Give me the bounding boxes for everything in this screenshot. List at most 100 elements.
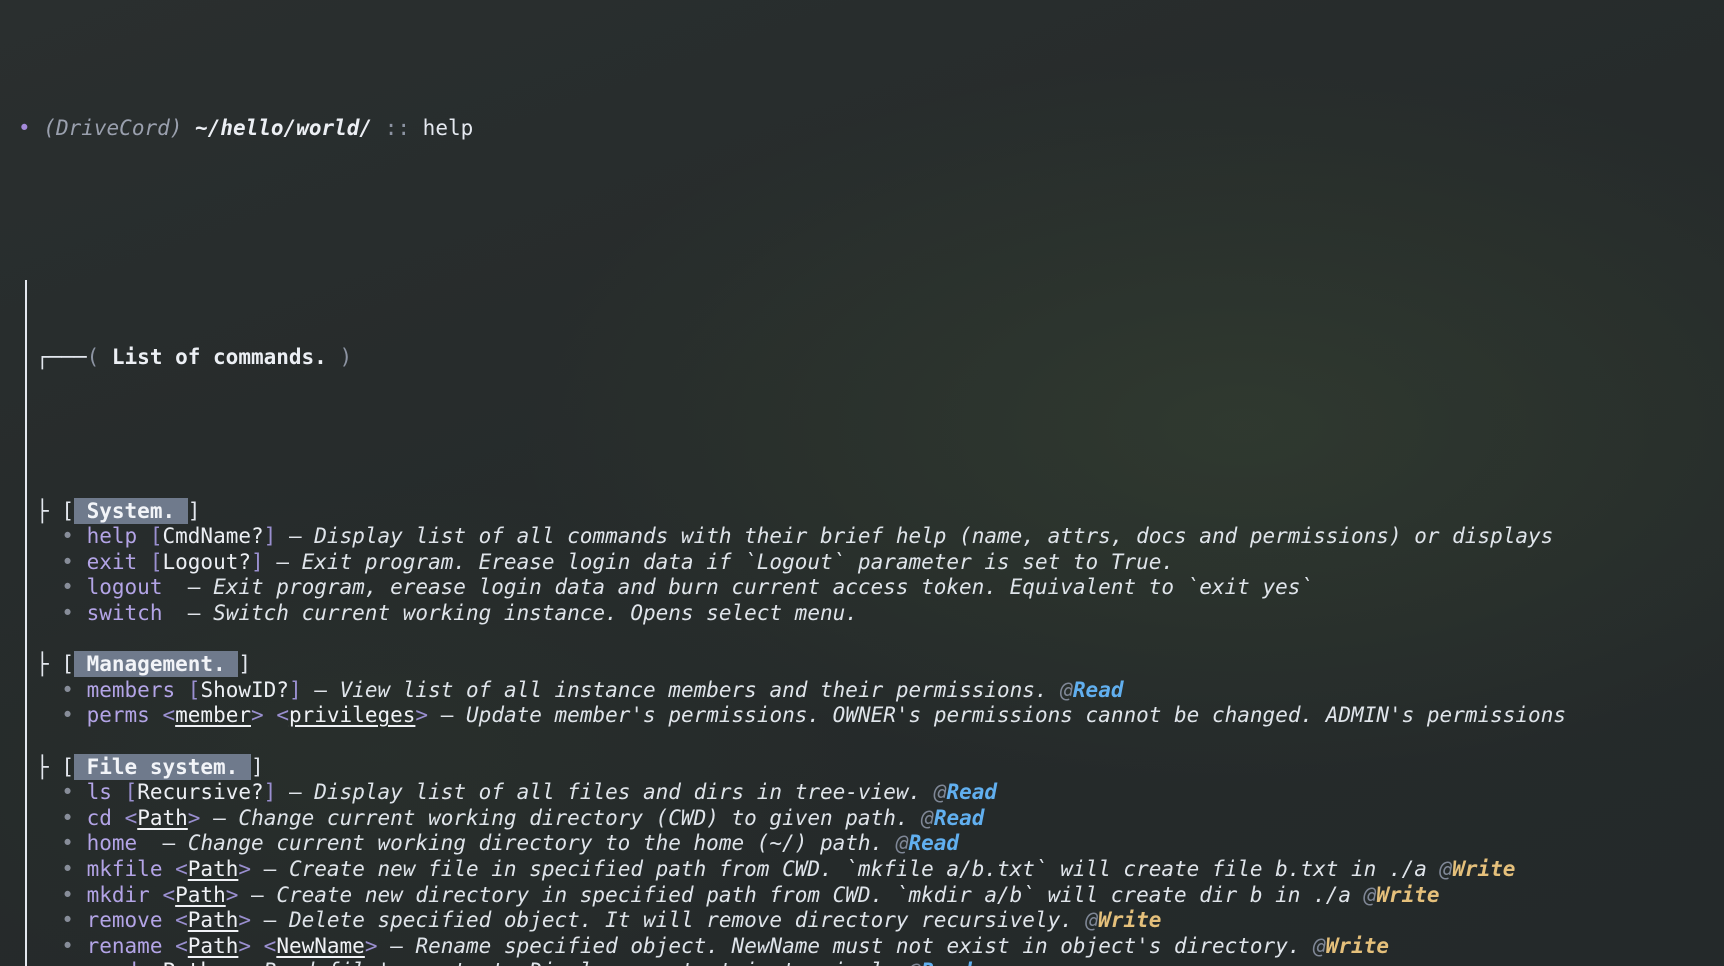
- tree-branch-icon: ├: [36, 498, 49, 523]
- arg-bracket-close: ]: [288, 677, 302, 702]
- command-name: rename: [86, 933, 163, 958]
- permission-at-sign: @: [1313, 933, 1326, 958]
- command-entry[interactable]: • home – Change current working director…: [18, 831, 1724, 857]
- command-entry[interactable]: • perms <member> <privileges> – Update m…: [18, 703, 1724, 729]
- section-bracket-open: [: [61, 652, 74, 677]
- command-dash: –: [263, 908, 277, 933]
- command-dash: –: [187, 575, 201, 600]
- command-bullet-icon: •: [61, 549, 74, 574]
- permission-at-sign: @: [909, 959, 922, 966]
- command-bullet-icon: •: [61, 601, 74, 626]
- command-description: Rename specified object. NewName must no…: [415, 933, 1301, 958]
- command-entry[interactable]: • help [CmdName?] – Display list of all …: [18, 524, 1724, 550]
- command-entry[interactable]: • cd <Path> – Change current working dir…: [18, 806, 1724, 832]
- command-description: Change current working directory (CWD) t…: [238, 805, 909, 830]
- command-bullet-icon: •: [61, 908, 74, 933]
- section-bracket-close: ]: [238, 652, 251, 677]
- command-dash: –: [314, 677, 327, 702]
- section-bracket-close: ]: [250, 754, 264, 779]
- command-entry[interactable]: • exit [Logout?] – Exit program. Erease …: [18, 550, 1724, 576]
- command-entry[interactable]: • members [ShowID?] – View list of all i…: [18, 678, 1724, 704]
- command-bullet-icon: •: [61, 831, 74, 856]
- arg-bracket-close: >: [187, 805, 201, 830]
- command-description: Exit program. Erease login data if `Logo…: [301, 549, 1175, 574]
- command-description: Exit program, erease login data and burn…: [213, 575, 1314, 600]
- command-description: Delete specified object. It will remove …: [288, 908, 1073, 933]
- permission-at-sign: @: [933, 780, 947, 805]
- permission-badge-read: Read: [946, 780, 998, 805]
- prompt-line: • (DriveCord) ~/hello/world/ :: help: [0, 116, 1724, 142]
- command-arg-required: Path: [187, 857, 239, 881]
- arg-bracket-close: ]: [251, 549, 264, 574]
- command-entry[interactable]: • ls [Recursive?] – Display list of all …: [18, 780, 1724, 806]
- tree-branch-icon: ├: [36, 652, 49, 677]
- arg-bracket-close: ]: [263, 780, 277, 805]
- permission-badge-write: Write: [1376, 882, 1440, 907]
- permission-badge-read: Read: [933, 805, 985, 830]
- command-description: Switch current working instance. Opens s…: [213, 601, 858, 626]
- command-entry[interactable]: • mkfile <Path> – Create new file in spe…: [18, 857, 1724, 883]
- tree-branch-icon: ├: [36, 754, 49, 779]
- command-entry[interactable]: • rename <Path> <NewName> – Rename speci…: [18, 934, 1724, 960]
- arg-bracket-open: [: [124, 780, 138, 805]
- tree-vertical-line: [25, 280, 27, 966]
- command-dash: –: [162, 831, 176, 856]
- permission-badge-write: Write: [1325, 933, 1390, 958]
- command-arg-required: Path: [163, 959, 214, 966]
- command-name: perms: [86, 703, 150, 728]
- command-description: Update member's permissions. OWNER's per…: [466, 703, 1579, 728]
- command-entry[interactable]: • logout – Exit program, erease login da…: [18, 575, 1724, 601]
- current-working-directory: ~/hello/world/: [195, 116, 373, 141]
- terminal-output: • (DriveCord) ~/hello/world/ :: help ┌──…: [0, 0, 1724, 966]
- section-bracket-close: ]: [187, 498, 201, 523]
- command-arg-optional: CmdName?: [162, 524, 264, 549]
- arg-bracket-close: ]: [263, 524, 277, 549]
- arg-bracket-close: >: [238, 908, 252, 933]
- command-name: switch: [86, 601, 163, 626]
- command-arg2-required: privileges: [288, 703, 416, 728]
- command-tree: ┌───( List of commands. ) ├ [ System. ] …: [0, 268, 1724, 966]
- command-description: Change current working directory to the …: [187, 831, 884, 856]
- arg2-bracket-close: >: [364, 933, 378, 958]
- section-header: ├ [ Management. ]: [18, 651, 1724, 678]
- command-bullet-icon: •: [61, 780, 74, 805]
- command-arg-required: Path: [175, 882, 226, 907]
- tree-header: ┌───( List of commands. ): [18, 345, 1724, 371]
- arg-bracket-open: <: [162, 882, 176, 907]
- command-entry[interactable]: • switch – Switch current working instan…: [18, 601, 1724, 627]
- command-dash: –: [187, 601, 201, 626]
- command-bullet-icon: •: [61, 857, 74, 881]
- command-bullet-icon: •: [61, 703, 74, 728]
- header-title: List of commands.: [111, 345, 327, 370]
- command-arg-optional: Recursive?: [137, 780, 264, 805]
- arg-bracket-open: <: [175, 857, 188, 881]
- permission-badge-read: Read: [1072, 677, 1124, 702]
- arg-bracket-close: >: [213, 959, 226, 966]
- arg-bracket-close: >: [238, 933, 252, 958]
- section-header: ├ [ File system. ]: [18, 753, 1724, 781]
- command-arg-required: Path: [137, 805, 188, 830]
- command-name: remove: [86, 908, 163, 933]
- command-description: Create new file in specified path from C…: [288, 857, 1427, 881]
- command-bullet-icon: •: [61, 933, 74, 958]
- header-open-paren: (: [86, 345, 100, 370]
- permission-at-sign: @: [1085, 908, 1099, 933]
- permission-badge-write: Write: [1452, 857, 1516, 881]
- command-entry[interactable]: • remove <Path> – Delete specified objec…: [18, 908, 1724, 934]
- arg-bracket-open: <: [150, 959, 163, 966]
- section-bracket-open: [: [61, 754, 74, 779]
- entered-command: help: [422, 116, 474, 141]
- command-entry[interactable]: • read <Path> – Read file's content. Dis…: [18, 959, 1724, 966]
- command-description: Display list of all files and dirs in tr…: [314, 780, 922, 805]
- arg-bracket-open: <: [124, 805, 138, 830]
- command-dash: –: [288, 780, 302, 805]
- command-dash: –: [213, 805, 226, 830]
- arg-bracket-close: >: [225, 882, 239, 907]
- command-entry[interactable]: • mkdir <Path> – Create new directory in…: [18, 883, 1724, 909]
- permission-badge-read: Read: [908, 831, 960, 856]
- arg-bracket-close: >: [251, 703, 264, 728]
- permission-at-sign: @: [895, 831, 909, 856]
- command-name: logout: [86, 575, 163, 600]
